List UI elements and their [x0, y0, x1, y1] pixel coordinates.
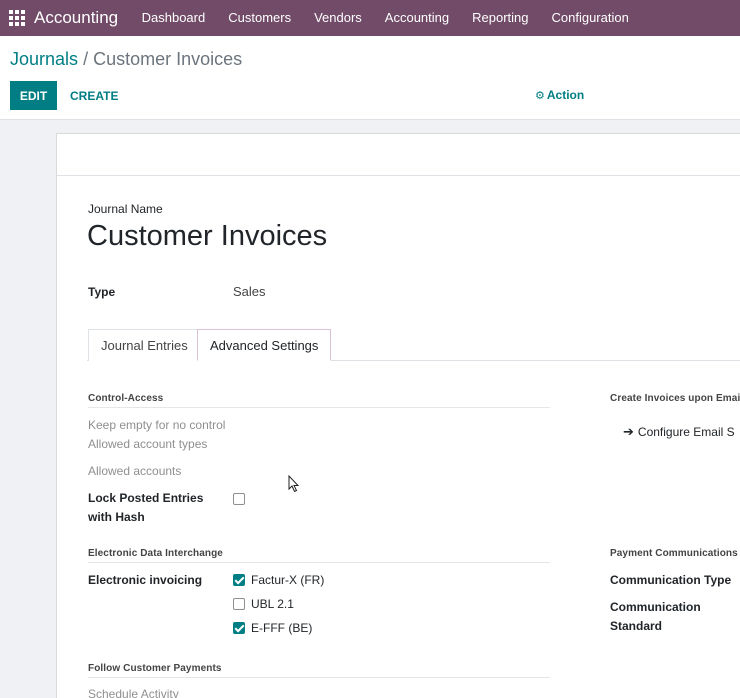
allowed-account-types-label: Allowed account types — [88, 437, 208, 451]
top-navbar: Accounting Dashboard Customers Vendors A… — [0, 0, 740, 36]
gear-icon: ⚙ — [535, 90, 545, 102]
type-value: Sales — [233, 284, 266, 299]
lock-posted-label-2: with Hash — [88, 510, 145, 524]
communication-standard-label-2: Standard — [610, 619, 663, 633]
apps-menu-icon[interactable] — [0, 0, 34, 36]
configure-email-label: Configure Email S — [637, 425, 735, 439]
communication-standard-label-1: Communication — [610, 600, 701, 614]
form-sheet: Journal Name Customer Invoices Type Sale… — [56, 133, 740, 698]
follow-payments-divider — [88, 677, 550, 678]
e-fff-checkbox[interactable] — [233, 622, 245, 634]
arrow-right-icon: ➔ — [623, 424, 634, 439]
breadcrumb-separator: / — [83, 49, 89, 69]
ubl-checkbox[interactable] — [233, 598, 245, 610]
journal-name-label: Journal Name — [88, 202, 163, 216]
app-brand[interactable]: Accounting — [34, 8, 118, 28]
action-dropdown[interactable]: ⚙ Action — [535, 88, 584, 102]
action-label: Action — [546, 88, 585, 102]
form-statusbar — [57, 134, 740, 176]
ubl-label: UBL 2.1 — [251, 597, 294, 611]
edi-divider — [88, 562, 550, 563]
menu-reporting[interactable]: Reporting — [461, 0, 540, 36]
tab-journal-entries[interactable]: Journal Entries — [88, 329, 201, 361]
communication-type-label: Communication Type — [610, 573, 732, 587]
edit-button[interactable]: EDIT — [10, 81, 57, 110]
menu-accounting[interactable]: Accounting — [373, 0, 460, 36]
keep-empty-hint: Keep empty for no control — [88, 418, 226, 432]
control-access-divider — [88, 407, 550, 408]
type-label: Type — [88, 285, 116, 299]
create-invoices-email-title: Create Invoices upon Emai — [610, 393, 740, 404]
follow-payments-title: Follow Customer Payments — [88, 663, 222, 674]
breadcrumb-journals-link[interactable]: Journals — [10, 49, 78, 69]
configure-email-link[interactable]: ➔ Configure Email S — [623, 423, 735, 441]
factur-x-checkbox[interactable] — [233, 574, 245, 586]
breadcrumb: Journals / Customer Invoices — [10, 49, 242, 70]
allowed-accounts-label: Allowed accounts — [88, 464, 182, 478]
menu-configuration[interactable]: Configuration — [540, 0, 640, 36]
lock-posted-checkbox[interactable] — [233, 493, 245, 505]
schedule-activity-label: Schedule Activity — [88, 687, 179, 698]
journal-name-title: Customer Invoices — [87, 220, 328, 252]
tab-advanced-settings[interactable]: Advanced Settings — [197, 329, 332, 361]
electronic-invoicing-label: Electronic invoicing — [88, 573, 203, 587]
payment-communications-title: Payment Communications — [610, 548, 738, 559]
create-button[interactable]: CREATE — [62, 81, 126, 110]
lock-posted-label-1: Lock Posted Entries — [88, 491, 204, 505]
control-panel: Journals / Customer Invoices EDIT CREATE… — [0, 36, 740, 120]
e-fff-label: E-FFF (BE) — [251, 621, 313, 635]
control-access-title: Control-Access — [88, 393, 164, 404]
factur-x-label: Factur-X (FR) — [251, 573, 325, 587]
menu-customers[interactable]: Customers — [217, 0, 303, 36]
menu-dashboard[interactable]: Dashboard — [130, 0, 217, 36]
edi-title: Electronic Data Interchange — [88, 548, 223, 559]
menu-vendors[interactable]: Vendors — [303, 0, 374, 36]
mouse-cursor-icon — [288, 475, 300, 493]
breadcrumb-current: Customer Invoices — [93, 49, 243, 69]
